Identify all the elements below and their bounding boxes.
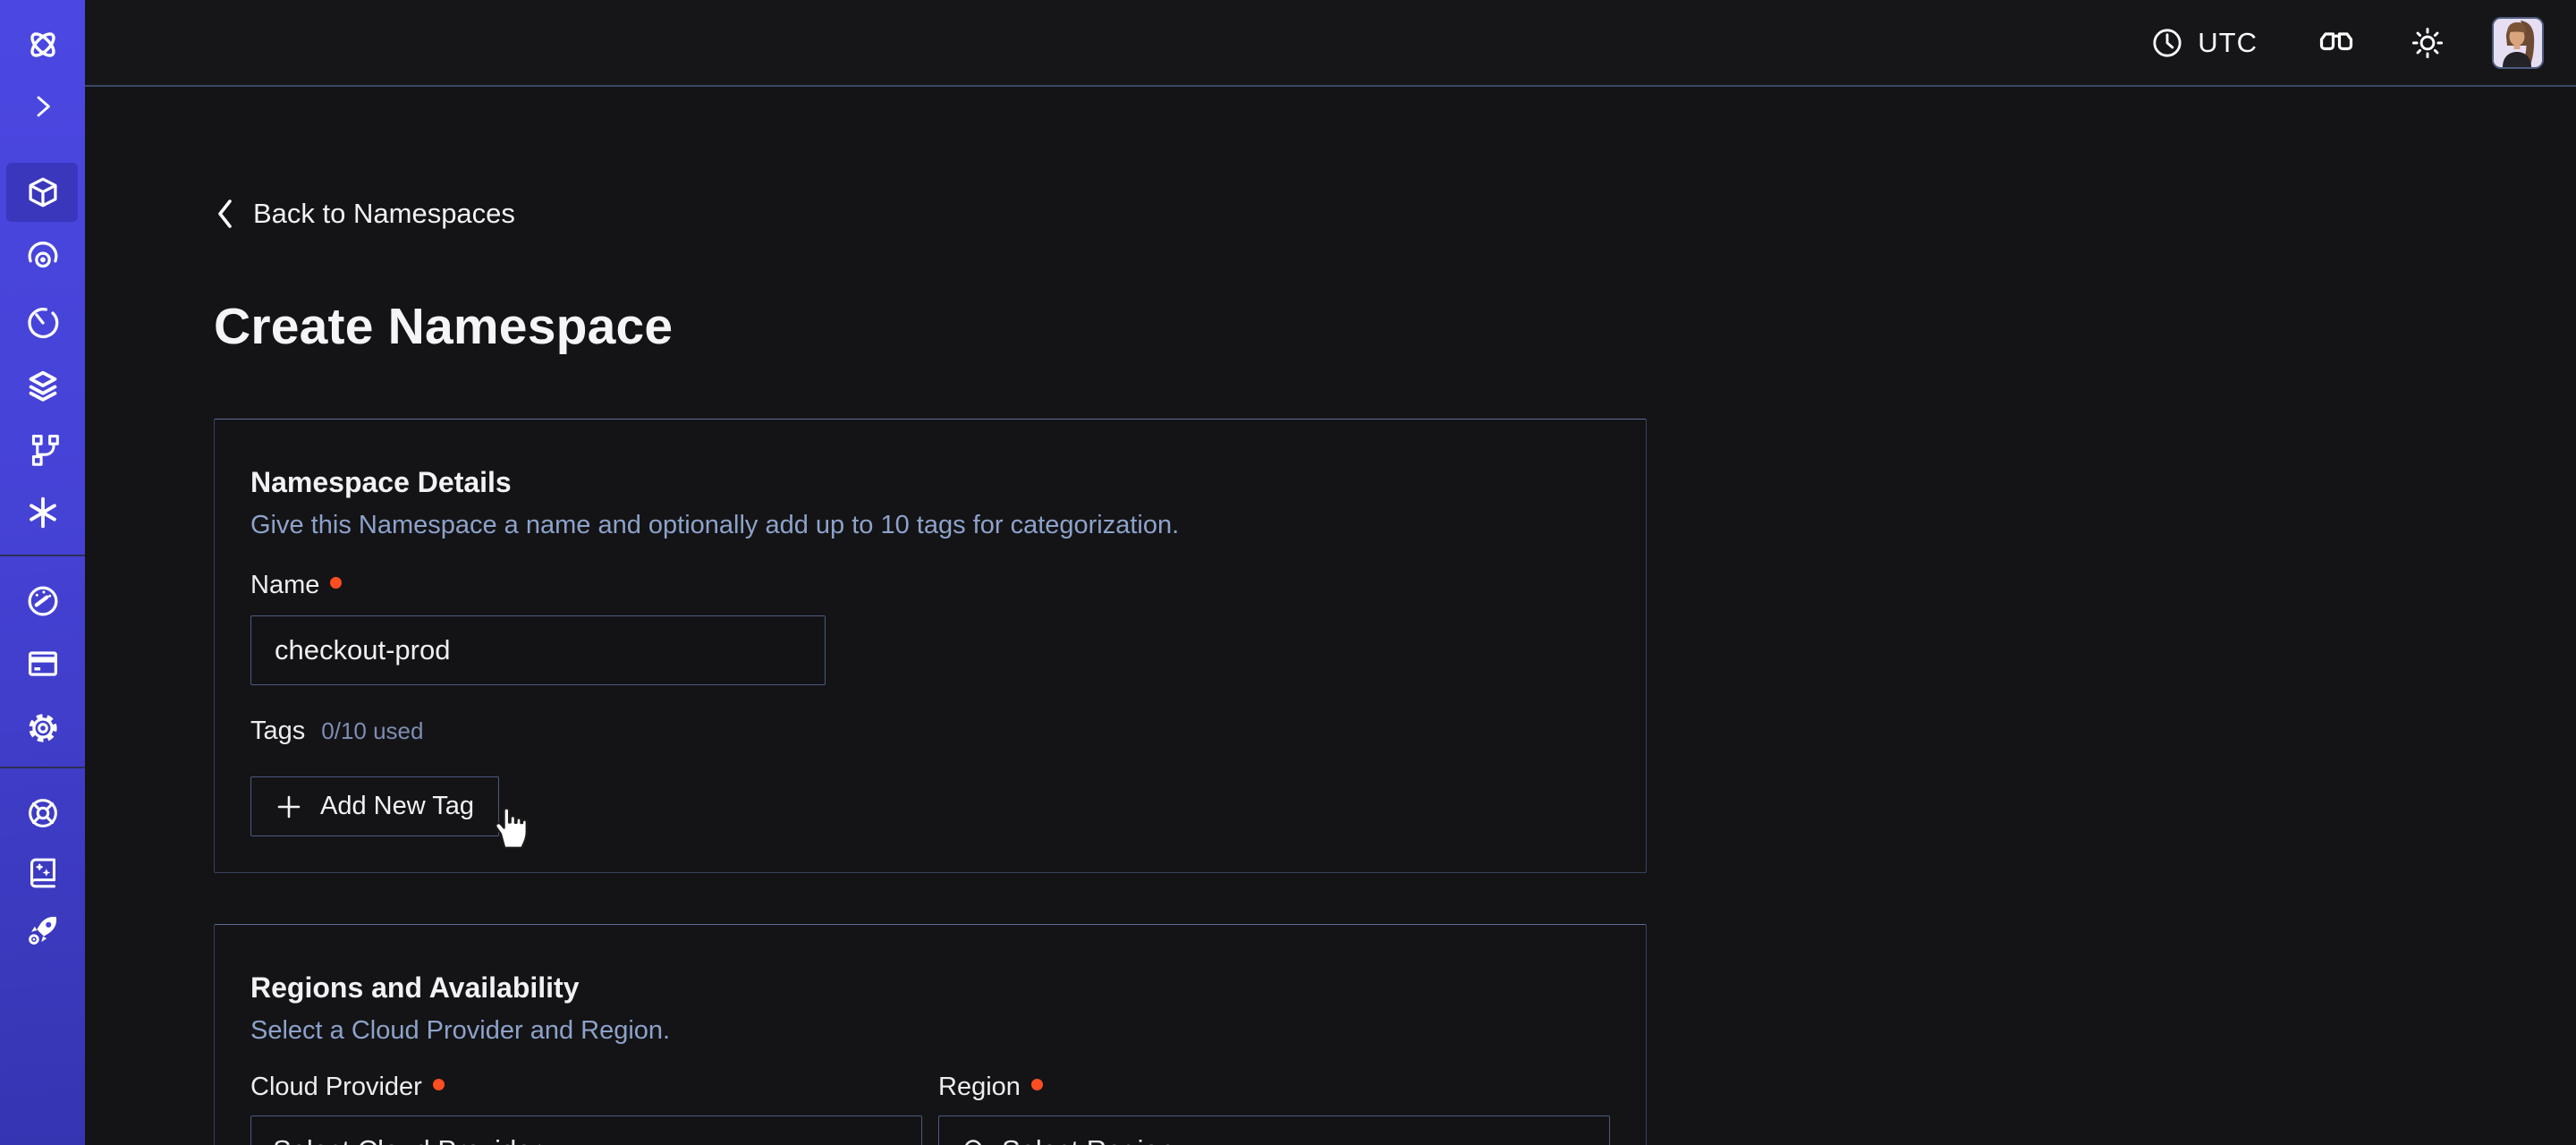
- clock-icon: [2149, 25, 2185, 61]
- support-life-ring-icon: [22, 793, 64, 834]
- sidebar-item-namespaces[interactable]: [0, 160, 85, 225]
- cloud-provider-label: Cloud Provider: [250, 1073, 422, 1102]
- search-icon: [961, 1136, 989, 1145]
- top-header: UTC: [85, 0, 2576, 87]
- sidebar-item-schedules[interactable]: [0, 290, 85, 354]
- reader-mode-glasses-icon[interactable]: [2315, 21, 2358, 64]
- cloud-provider-placeholder: Select Cloud Provider: [273, 1134, 859, 1145]
- sidebar-divider: [0, 555, 85, 556]
- card-subtitle: Select a Cloud Provider and Region.: [250, 1016, 1610, 1046]
- region-label: Region: [938, 1073, 1021, 1102]
- plus-icon: [275, 793, 302, 820]
- page-title: Create Namespace: [214, 297, 2576, 356]
- required-dot: [433, 1079, 445, 1090]
- main-content: Back to Namespaces Create Namespace Name…: [85, 87, 2576, 1145]
- add-new-tag-label: Add New Tag: [320, 792, 474, 821]
- add-new-tag-button[interactable]: Add New Tag: [250, 776, 499, 836]
- monitor-spiral-icon: [22, 236, 64, 277]
- chevron-down-icon: [871, 1136, 900, 1145]
- expand-sidebar-chevron-icon[interactable]: [0, 74, 85, 139]
- cloud-provider-select[interactable]: Select Cloud Provider: [250, 1115, 922, 1145]
- region-select[interactable]: Select Region: [938, 1115, 1610, 1145]
- timezone-selector[interactable]: UTC: [2149, 25, 2258, 61]
- getting-started-rocket-icon: [22, 910, 64, 951]
- settings-gear-icon: [22, 708, 64, 749]
- sidebar-item-support[interactable]: [0, 781, 85, 845]
- card-subtitle: Give this Namespace a name and optionall…: [250, 511, 1610, 540]
- chevron-down-icon: [1559, 1136, 1588, 1145]
- required-dot: [1031, 1079, 1043, 1090]
- sidebar-item-usage[interactable]: [0, 569, 85, 633]
- deployments-layers-icon: [22, 366, 64, 407]
- sidebar: [0, 0, 85, 1145]
- sidebar-item-billing[interactable]: [0, 632, 85, 696]
- required-dot: [330, 577, 342, 589]
- create-namespace-page: { "header": { "timezone": "UTC", "icons"…: [0, 0, 2576, 1145]
- sidebar-divider: [0, 767, 85, 768]
- nexus-asterisk-icon: [22, 492, 64, 533]
- namespace-name-input[interactable]: [250, 615, 826, 685]
- sidebar-item-getting-started[interactable]: [0, 898, 85, 963]
- back-to-namespaces-link[interactable]: Back to Namespaces: [214, 196, 515, 232]
- namespace-details-card: Namespace Details Give this Namespace a …: [214, 419, 1647, 873]
- tags-counter: 0/10 used: [321, 717, 423, 745]
- sidebar-item-settings[interactable]: [0, 696, 85, 760]
- sidebar-item-deployments[interactable]: [0, 354, 85, 419]
- header-controls: UTC: [2149, 0, 2544, 85]
- docs-book-icon: [22, 852, 64, 893]
- user-avatar[interactable]: [2492, 17, 2544, 69]
- region-placeholder: Select Region: [1002, 1134, 1546, 1145]
- sidebar-item-workflows[interactable]: [0, 416, 85, 480]
- temporal-logo-icon[interactable]: [0, 13, 85, 77]
- card-title: Namespace Details: [250, 466, 1610, 499]
- billing-card-icon: [22, 643, 64, 684]
- back-chevron-icon: [214, 198, 237, 230]
- sidebar-item-monitor[interactable]: [0, 225, 85, 289]
- sidebar-item-nexus[interactable]: [0, 480, 85, 545]
- light-theme-sun-icon[interactable]: [2408, 23, 2447, 63]
- back-link-label: Back to Namespaces: [253, 198, 515, 230]
- namespaces-cube-icon: [22, 172, 64, 213]
- regions-availability-card: Regions and Availability Select a Cloud …: [214, 924, 1647, 1145]
- tags-label: Tags: [250, 717, 305, 746]
- name-field-label: Name: [250, 571, 319, 600]
- timezone-label: UTC: [2198, 27, 2258, 59]
- schedules-timer-icon: [22, 301, 64, 343]
- usage-gauge-icon: [22, 581, 64, 622]
- workflows-branch-icon: [22, 428, 64, 469]
- card-title: Regions and Availability: [250, 971, 1610, 1005]
- sidebar-item-docs[interactable]: [0, 840, 85, 904]
